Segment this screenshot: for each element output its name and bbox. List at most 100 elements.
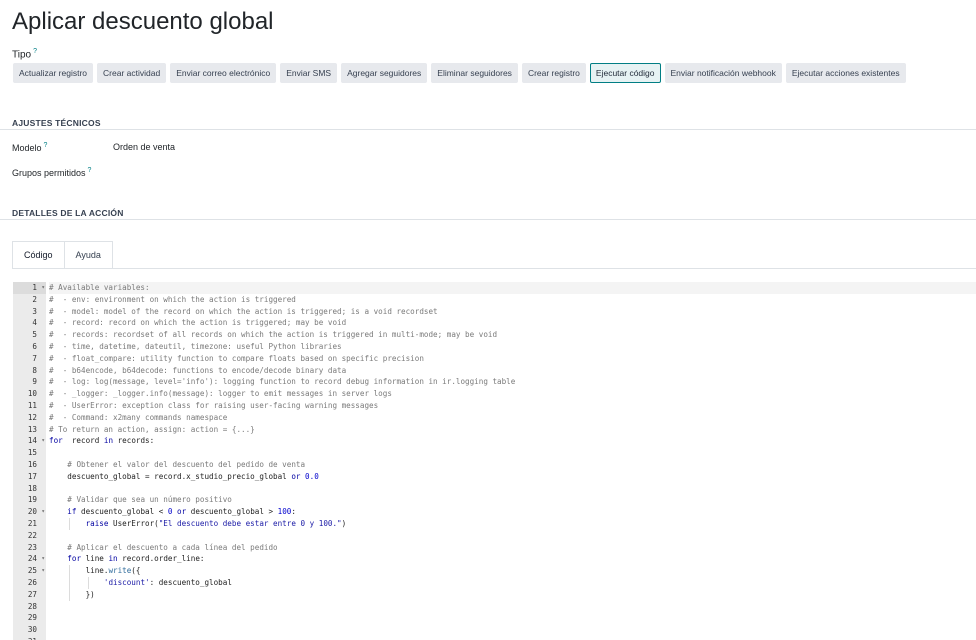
line-number: 4 — [13, 317, 46, 329]
fold-toggle-icon[interactable]: ▾ — [41, 553, 45, 565]
help-icon[interactable]: ? — [88, 167, 92, 174]
line-number: 24 ▾ — [13, 553, 46, 565]
code-line[interactable]: raise UserError("El descuento debe estar… — [49, 517, 976, 530]
help-icon[interactable]: ? — [44, 142, 48, 149]
fold-toggle-icon[interactable]: ▾ — [41, 565, 45, 577]
code-line[interactable]: # - record: record on which the action i… — [49, 317, 976, 329]
code-line[interactable]: 'discount': descuento_global — [49, 576, 976, 589]
code-line[interactable]: # - model: model of the record on which … — [49, 306, 976, 318]
code-line[interactable]: # Validar que sea un número positivo — [49, 494, 976, 506]
code-token: # - time, datetime, dateutil, timezone: … — [49, 341, 342, 351]
section-heading-detalles: DETALLES DE LA ACCIÓN — [12, 208, 124, 218]
line-number-text: 26 — [27, 577, 37, 587]
modelo-field[interactable]: Orden de venta — [113, 142, 175, 152]
code-line[interactable]: # Available variables: — [49, 282, 976, 294]
type-button-ejecutar-codigo[interactable]: Ejecutar código — [589, 63, 661, 83]
indent-guide — [69, 576, 71, 589]
type-button-agregar-seguidores[interactable]: Agregar seguidores — [341, 63, 428, 83]
line-number-text: 4 — [32, 318, 37, 328]
code-line[interactable] — [49, 636, 976, 640]
code-token: UserError( — [108, 518, 159, 528]
tab-codigo[interactable]: Código — [12, 241, 65, 269]
line-number: 14 ▾ — [13, 435, 46, 447]
code-line[interactable]: }) — [49, 588, 976, 601]
type-button-enviar-correo-electronico[interactable]: Enviar correo electrónico — [170, 63, 277, 83]
code-line[interactable]: # Obtener el valor del descuento del ped… — [49, 459, 976, 471]
code-line[interactable] — [49, 612, 976, 624]
type-button-enviar-notificacion-webhook[interactable]: Enviar notificación webhook — [664, 63, 782, 83]
code-line[interactable]: # - b64encode, b64decode: functions to e… — [49, 365, 976, 377]
type-button-crear-actividad[interactable]: Crear actividad — [97, 63, 167, 83]
code-line[interactable]: # - env: environment on which the action… — [49, 294, 976, 306]
line-number: 10 — [13, 388, 46, 400]
code-token: write — [108, 566, 132, 576]
code-editor[interactable]: 1 ▾ 2 3 4 5 6 7 8 9 10 11 12 13 14 ▾ 15 16 17 18 19 20 ▾ 21 22 23… — [13, 282, 976, 640]
code-line[interactable] — [49, 483, 976, 495]
code-line[interactable]: # - time, datetime, dateutil, timezone: … — [49, 341, 976, 353]
code-line[interactable]: # - float_compare: utility function to c… — [49, 353, 976, 365]
code-line[interactable] — [49, 447, 976, 459]
fold-toggle-icon[interactable]: ▾ — [41, 435, 45, 447]
line-number: 15 — [13, 447, 46, 459]
code-line[interactable]: # - _logger: _logger.info(message): logg… — [49, 388, 976, 400]
grupos-label: Grupos permitidos? — [12, 167, 91, 178]
line-number: 29 — [13, 612, 46, 624]
line-number-text: 11 — [27, 400, 37, 410]
code-token: for — [67, 554, 82, 564]
line-number-text: 2 — [32, 294, 37, 304]
type-button-actualizar-registro[interactable]: Actualizar registro — [13, 63, 94, 83]
code-line[interactable]: descuento_global = record.x_studio_preci… — [49, 471, 976, 483]
code-line[interactable]: for line in record.order_line: — [49, 553, 976, 565]
code-token: # - float_compare: utility function to c… — [49, 353, 424, 363]
line-number: 7 — [13, 353, 46, 365]
indent-guide — [69, 588, 71, 601]
code-line[interactable] — [49, 624, 976, 636]
code-line[interactable]: # Aplicar el descuento a cada línea del … — [49, 542, 976, 554]
code-token: # - records: recordset of all records on… — [49, 330, 498, 340]
type-button-eliminar-seguidores[interactable]: Eliminar seguidores — [431, 63, 518, 83]
code-line[interactable] — [49, 530, 976, 542]
code-area[interactable]: # Available variables: # - env: environme… — [49, 282, 976, 640]
code-line[interactable]: # To return an action, assign: action = … — [49, 424, 976, 436]
code-token: ) — [341, 518, 347, 528]
line-number: 17 — [13, 471, 46, 483]
help-icon[interactable]: ? — [33, 48, 37, 55]
line-number-text: 15 — [27, 448, 37, 458]
line-number: 25 ▾ — [13, 565, 46, 577]
line-number-text: 10 — [27, 389, 37, 399]
line-number-text: 19 — [27, 495, 37, 505]
code-token: descuento_global < — [76, 507, 168, 517]
code-token: # To return an action, assign: action = … — [49, 424, 255, 434]
line-number-text: 12 — [27, 412, 37, 422]
tab-bar: Código Ayuda — [12, 241, 113, 269]
code-line[interactable]: # - log: log(message, level='info'): log… — [49, 376, 976, 388]
line-number: 20 ▾ — [13, 506, 46, 518]
line-number: 18 — [13, 483, 46, 495]
code-line[interactable]: # - UserError: exception class for raisi… — [49, 400, 976, 412]
section-divider — [0, 219, 976, 220]
line-number: 22 — [13, 530, 46, 542]
type-button-enviar-sms[interactable]: Enviar SMS — [280, 63, 338, 83]
line-number-text: 9 — [32, 377, 37, 387]
line-number-text: 22 — [27, 530, 37, 540]
line-number: 21 — [13, 518, 46, 530]
code-line[interactable]: if descuento_global < 0 or descuento_glo… — [49, 506, 976, 518]
code-token: 'discount' — [103, 577, 150, 587]
type-button-ejecutar-acciones-existentes[interactable]: Ejecutar acciones existentes — [785, 63, 906, 83]
code-line[interactable]: # - Command: x2many commands namespace — [49, 412, 976, 424]
code-line[interactable]: line.write({ — [49, 565, 976, 577]
tab-ayuda[interactable]: Ayuda — [63, 241, 113, 269]
line-number: 1 ▾ — [13, 282, 46, 294]
fold-toggle-icon[interactable]: ▾ — [41, 506, 45, 518]
type-button-crear-registro[interactable]: Crear registro — [521, 63, 586, 83]
code-line[interactable] — [49, 601, 976, 613]
line-number: 26 — [13, 577, 46, 589]
fold-toggle-icon[interactable]: ▾ — [41, 282, 45, 294]
line-number: 30 — [13, 624, 46, 636]
code-line[interactable]: for record in records: — [49, 435, 976, 447]
code-line[interactable]: # - records: recordset of all records on… — [49, 329, 976, 341]
line-number-text: 27 — [27, 589, 37, 599]
